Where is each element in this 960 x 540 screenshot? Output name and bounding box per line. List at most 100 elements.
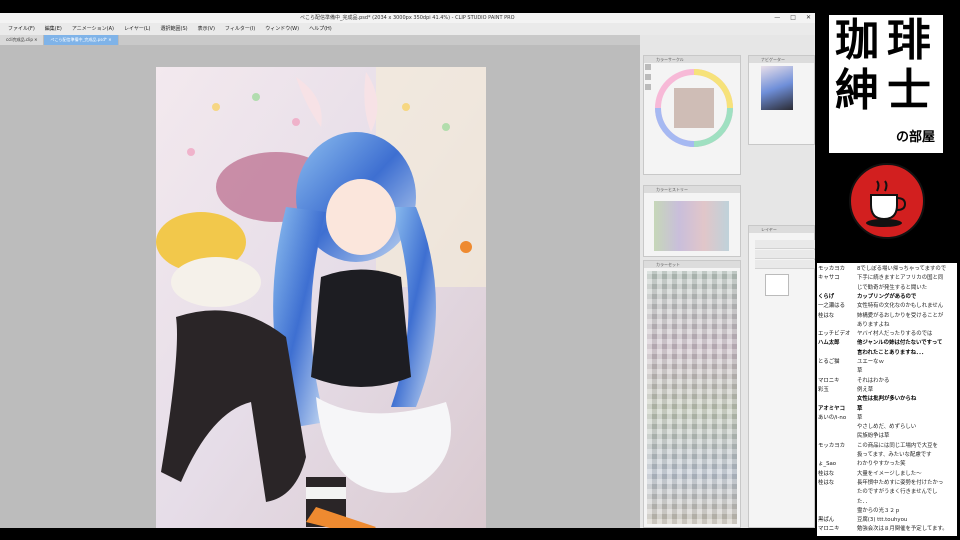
chat-text: 8でしぼる場い帰っちゃってますので — [857, 266, 947, 272]
chat-message: エッチビデオ ヤバイ村人だったりするのでは — [817, 330, 957, 339]
window-title: ぺこら配信準備中_完成品.psd* (2034 x 3000px 350dpi … — [300, 15, 515, 21]
palette-header: カラーセット — [644, 261, 740, 268]
chat-username: 一之瀬はる — [818, 303, 845, 310]
chat-text: 長年慣中ためすに姿勢を付けたかっ — [857, 479, 944, 486]
chat-text: 草 — [857, 414, 863, 421]
chat-text: 勉強会次は８月関催を予定してます。 — [857, 526, 948, 533]
channel-logo: 珈 琲 紳 士 の部屋 — [829, 15, 943, 153]
menu-edit[interactable]: 編集(E) — [45, 23, 62, 35]
tab-pekora[interactable]: ぺこら配信準備中_完成品.psd* ✕ — [44, 35, 119, 45]
chat-message: アオミヤコ 草 — [817, 405, 957, 414]
menu-help[interactable]: ヘルプ(H) — [309, 23, 332, 35]
layer-row[interactable] — [755, 250, 815, 259]
chat-message: 一之瀬はる 女性特有の文化なのかもしれません — [817, 302, 957, 311]
chat-username: アオミヤコ — [818, 405, 845, 412]
chat-message: 扱ってます、みたいな配慮です — [817, 451, 957, 460]
chat-text: た．． — [857, 498, 871, 505]
chat-text: 例え草 — [857, 386, 874, 393]
chat-message: 桂はな 姉構愛がるおしかりを受けることが — [817, 312, 957, 321]
chat-text: ユエーなｗ — [857, 359, 884, 365]
chat-username: 彩玉 — [818, 386, 829, 393]
layer-thumbnail[interactable] — [765, 274, 789, 296]
color-history-panel: カラーヒストリー — [643, 185, 741, 257]
logo-subtitle: の部屋 — [895, 130, 935, 145]
chat-username: 桂はな — [818, 312, 835, 319]
chat-text: 女性は批判が多いからね — [857, 396, 917, 403]
logo-char: 琲 — [887, 15, 931, 66]
chat-text: 姉構愛がるおしかりを受けることが — [857, 312, 944, 319]
chat-text: 豆腐(3) ttt.touhyou — [857, 517, 908, 524]
chat-message: 草 — [817, 367, 957, 376]
color-wheel-header: カラーサークル — [644, 56, 740, 63]
coffee-cup-icon-art — [866, 180, 907, 227]
layer-row[interactable] — [755, 260, 815, 269]
close-button[interactable]: ✕ — [806, 13, 811, 23]
menu-animation[interactable]: アニメーション(A) — [72, 23, 114, 35]
window-controls: — □ ✕ — [774, 13, 811, 23]
color-wheel[interactable] — [654, 68, 734, 148]
chat-username: キャサコ — [818, 275, 840, 282]
chat-message: 桂はな 大量をイメージしました～ — [817, 470, 957, 479]
tool-icon[interactable] — [645, 84, 651, 90]
chat-message: モッカヨカ 8でしぼる場い帰っちゃってますので — [817, 265, 957, 274]
chat-username: ょ_Sao — [818, 461, 837, 468]
minimize-button[interactable]: — — [774, 13, 780, 23]
chat-message: 女性は批判が多いからね — [817, 395, 957, 404]
chat-message: 霊からの光３２ｐ — [817, 507, 957, 516]
chat-text: ありますよね — [857, 321, 890, 328]
palette-swatches[interactable] — [647, 271, 737, 524]
chat-message: じで勧奇が発生すると聞いた — [817, 284, 957, 293]
chat-text: この商品には同じ工場内で大豆を — [857, 442, 938, 449]
layers-header: レイヤー — [749, 226, 814, 233]
chat-message: 言われたことありますね．．． — [817, 349, 957, 358]
chat-message: 桂はな 長年慣中ためすに姿勢を付けたかっ — [817, 479, 957, 488]
logo-char: 士 — [887, 65, 931, 116]
menu-file[interactable]: ファイル(F) — [8, 23, 35, 35]
chat-message: 黒ぱん 豆腐(3) ttt.touhyou — [817, 516, 957, 525]
chat-message: やさしめだ、めずらしい — [817, 423, 957, 432]
chat-username: あいの/i-no — [818, 414, 847, 421]
chat-text: 他ジャンルの姉は付たないですって — [857, 340, 943, 347]
chat-message: 彩玉 例え草 — [817, 386, 957, 395]
color-history-grid[interactable] — [654, 201, 729, 251]
chat-text: 草 — [857, 368, 863, 375]
menu-window[interactable]: ウィンドウ(W) — [265, 23, 299, 35]
layer-row[interactable] — [755, 240, 815, 249]
chat-message: たのですがうまく行きませんでし — [817, 488, 957, 497]
clip-studio-window: ぺこら配信準備中_完成品.psd* (2034 x 3000px 350dpi … — [0, 13, 815, 528]
maximize-button[interactable]: □ — [790, 13, 796, 23]
chat-message: マロニキ 勉強会次は８月関催を予定してます。 — [817, 525, 957, 534]
tool-icon[interactable] — [645, 74, 651, 80]
chat-message: マロニキ それはわかる — [817, 377, 957, 386]
chat-message: キャサコ 下手に続きますとアフリカの国と同 — [817, 274, 957, 283]
artwork-canvas[interactable] — [156, 67, 486, 528]
chat-username: ハム太郎 — [818, 340, 840, 347]
chat-text: やさしめだ、めずらしい — [857, 424, 917, 431]
chat-message: モッカヨカ この商品には同じ工場内で大豆を — [817, 442, 957, 451]
menu-view[interactable]: 表示(V) — [198, 23, 215, 35]
logo-char: 珈 — [835, 15, 879, 66]
chat-username: くらげ — [818, 293, 835, 300]
chat-text: じで勧奇が発生すると聞いた — [857, 284, 928, 291]
chat-text: わかりやすかった笑 — [857, 461, 906, 468]
chat-text: 大量をイメージしました～ — [857, 470, 922, 477]
chat-text: カップリングがあるので — [857, 293, 917, 300]
tool-icon[interactable] — [645, 64, 651, 70]
canvas-area[interactable] — [0, 45, 640, 528]
document-tabs: ccli完成品.clip ✕ ぺこら配信準備中_完成品.psd* ✕ — [0, 35, 640, 45]
coffee-cup-icon — [849, 163, 925, 239]
chat-username: 黒ぱん — [818, 517, 835, 524]
menu-select[interactable]: 選択範囲(S) — [161, 23, 188, 35]
title-bar: ぺこら配信準備中_完成品.psd* (2034 x 3000px 350dpi … — [0, 13, 815, 23]
chat-text: 民族紛争は草 — [857, 433, 890, 440]
tab-ccli[interactable]: ccli完成品.clip ✕ — [0, 35, 45, 45]
chat-message: あいの/i-no 草 — [817, 414, 957, 423]
chat-text: 言われたことありますね．．． — [857, 349, 927, 356]
menu-layer[interactable]: レイヤー(L) — [124, 23, 151, 35]
chat-username: 桂はな — [818, 479, 835, 486]
stream-sidebar: 珈 琲 紳 士 の部屋 モッカヨカ 8でしぼる場い帰っちゃってますので キャサコ 下手… — [815, 0, 960, 540]
chat-message: ハム太郎 他ジャンルの姉は付たないですって — [817, 339, 957, 348]
menu-filter[interactable]: フィルター(I) — [225, 23, 255, 35]
navigator-thumbnail[interactable] — [761, 66, 793, 110]
chat-text: 扱ってます、みたいな配慮です — [857, 452, 932, 458]
